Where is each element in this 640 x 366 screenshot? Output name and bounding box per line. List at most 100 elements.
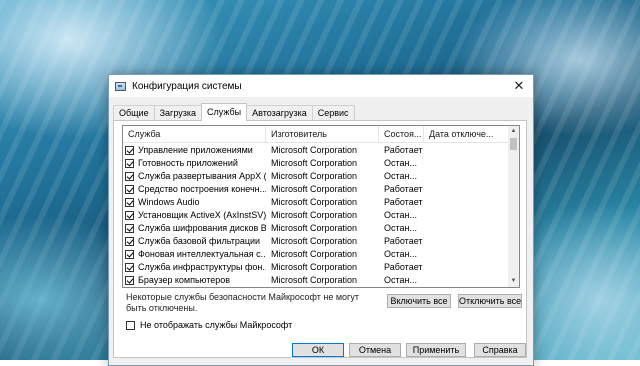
column-header-date-disabled[interactable]: Дата отключе... [424, 126, 509, 142]
scroll-thumb[interactable] [510, 138, 517, 150]
scroll-down-arrow-icon[interactable]: ▼ [508, 276, 519, 287]
manufacturer-cell: Microsoft Corporation [271, 184, 358, 194]
date-disabled-cell [424, 248, 509, 261]
services-list[interactable]: Служба Изготовитель Состоя... Дата отклю… [122, 125, 520, 288]
tab-services[interactable]: Службы [201, 103, 248, 121]
table-row[interactable]: Браузер компьютеров Microsoft Corporation… [123, 274, 509, 287]
service-name: Установщик ActiveX (AxInstSV) [138, 210, 266, 220]
table-row[interactable]: Служба инфраструктуры фон... Microsoft Co… [123, 261, 509, 274]
tab-startup[interactable]: Автозагрузка [246, 105, 313, 121]
table-row[interactable]: Готовность приложений Microsoft Corporati… [123, 157, 509, 170]
service-name: Средство построения конечн... [138, 184, 266, 194]
service-name: Служба инфраструктуры фон... [138, 262, 266, 272]
status-cell: Остан... [384, 275, 417, 285]
apply-button[interactable]: Применить [406, 343, 466, 357]
service-checkbox[interactable] [125, 198, 134, 207]
manufacturer-cell: Microsoft Corporation [271, 249, 358, 259]
table-row[interactable]: Управление приложениями Microsoft Corpora… [123, 144, 509, 157]
manufacturer-cell: Microsoft Corporation [271, 210, 358, 220]
service-checkbox[interactable] [125, 250, 134, 259]
date-disabled-cell [424, 222, 509, 235]
msconfig-icon [115, 81, 126, 91]
manufacturer-cell: Microsoft Corporation [271, 158, 358, 168]
service-checkbox[interactable] [125, 159, 134, 168]
title-bar[interactable]: Конфигурация системы ✕ [109, 75, 533, 97]
service-checkbox[interactable] [125, 276, 134, 285]
service-name: Служба шифрования дисков Bi... [138, 223, 266, 233]
service-name-cell: Служба развертывания AppX (... [123, 170, 266, 183]
vertical-scrollbar[interactable]: ▲ ▼ [508, 126, 519, 287]
table-row[interactable]: Служба базовой фильтрации Microsoft Corpo… [123, 235, 509, 248]
status-cell: Работает [384, 184, 423, 194]
manufacturer-cell: Microsoft Corporation [271, 197, 358, 207]
ok-button[interactable]: ОК [292, 343, 344, 357]
manufacturer-cell: Microsoft Corporation [271, 262, 358, 272]
service-name-cell: Браузер компьютеров [123, 274, 266, 287]
service-checkbox[interactable] [125, 211, 134, 220]
service-checkbox[interactable] [125, 172, 134, 181]
status-cell: Остан... [384, 171, 417, 181]
tab-boot[interactable]: Загрузка [153, 105, 202, 121]
table-row[interactable]: Установщик ActiveX (AxInstSV) Microsoft C… [123, 209, 509, 222]
tab-tools[interactable]: Сервис [311, 105, 355, 121]
manufacturer-cell: Microsoft Corporation [271, 236, 358, 246]
list-header: Служба Изготовитель Состоя... Дата отклю… [123, 126, 509, 143]
service-name-cell: Установщик ActiveX (AxInstSV) [123, 209, 266, 222]
service-checkbox[interactable] [125, 146, 134, 155]
table-row[interactable]: Служба шифрования дисков Bi... Microsoft … [123, 222, 509, 235]
tab-strip: Общие Загрузка Службы Автозагрузка Сервис [113, 103, 355, 121]
manufacturer-cell: Microsoft Corporation [271, 275, 358, 285]
date-disabled-cell [424, 261, 509, 274]
hide-microsoft-services-option[interactable]: Не отображать службы Майкрософт [126, 320, 292, 330]
system-configuration-dialog: Конфигурация системы ✕ Общие Загрузка Служ… [108, 74, 534, 366]
service-name: Браузер компьютеров [138, 275, 231, 285]
service-name: Фоновая интеллектуальная с... [138, 249, 266, 259]
window-title: Конфигурация системы [132, 80, 242, 92]
table-row[interactable]: Средство построения конечн... Microsoft C… [123, 183, 509, 196]
date-disabled-cell [424, 144, 509, 157]
date-disabled-cell [424, 170, 509, 183]
date-disabled-cell [424, 235, 509, 248]
column-header-status[interactable]: Состоя... [379, 126, 424, 142]
tab-general[interactable]: Общие [113, 105, 155, 121]
service-name-cell: Служба шифрования дисков Bi... [123, 222, 266, 235]
service-name-cell: Управление приложениями [123, 144, 266, 157]
service-name: Windows Audio [138, 197, 200, 207]
service-checkbox[interactable] [125, 237, 134, 246]
service-name-cell: Средство построения конечн... [123, 183, 266, 196]
date-disabled-cell [424, 157, 509, 170]
cancel-button[interactable]: Отмена [349, 343, 401, 357]
service-checkbox[interactable] [125, 263, 134, 272]
table-row[interactable]: Windows Audio Microsoft Corporation Работа… [123, 196, 509, 209]
service-checkbox[interactable] [125, 185, 134, 194]
date-disabled-cell [424, 274, 509, 287]
table-row[interactable]: Служба развертывания AppX (... Microsoft … [123, 170, 509, 183]
table-row[interactable]: Фоновая интеллектуальная с... Microsoft C… [123, 248, 509, 261]
manufacturer-cell: Microsoft Corporation [271, 145, 358, 155]
service-name-cell: Готовность приложений [123, 157, 266, 170]
list-rows: Управление приложениями Microsoft Corpora… [123, 144, 509, 287]
status-cell: Работает [384, 197, 423, 207]
manufacturer-cell: Microsoft Corporation [271, 223, 358, 233]
date-disabled-cell [424, 183, 509, 196]
column-header-manufacturer[interactable]: Изготовитель [266, 126, 379, 142]
enable-all-button[interactable]: Включить все [387, 294, 451, 308]
help-button[interactable]: Справка [474, 343, 526, 357]
status-cell: Остан... [384, 158, 417, 168]
service-checkbox[interactable] [125, 224, 134, 233]
status-cell: Остан... [384, 223, 417, 233]
service-name: Служба развертывания AppX (... [138, 171, 266, 181]
column-header-service[interactable]: Служба [123, 126, 266, 142]
disable-all-button[interactable]: Отключить все [458, 294, 522, 308]
scroll-up-arrow-icon[interactable]: ▲ [508, 126, 519, 137]
service-name-cell: Служба базовой фильтрации [123, 235, 266, 248]
service-name: Служба базовой фильтрации [138, 236, 261, 246]
status-cell: Остан... [384, 210, 417, 220]
status-cell: Работает [384, 262, 423, 272]
close-button[interactable]: ✕ [505, 75, 533, 97]
hide-microsoft-services-checkbox[interactable] [126, 320, 135, 330]
service-name: Управление приложениями [138, 145, 253, 155]
status-cell: Работает [384, 236, 423, 246]
date-disabled-cell [424, 209, 509, 222]
service-name-cell: Фоновая интеллектуальная с... [123, 248, 266, 261]
